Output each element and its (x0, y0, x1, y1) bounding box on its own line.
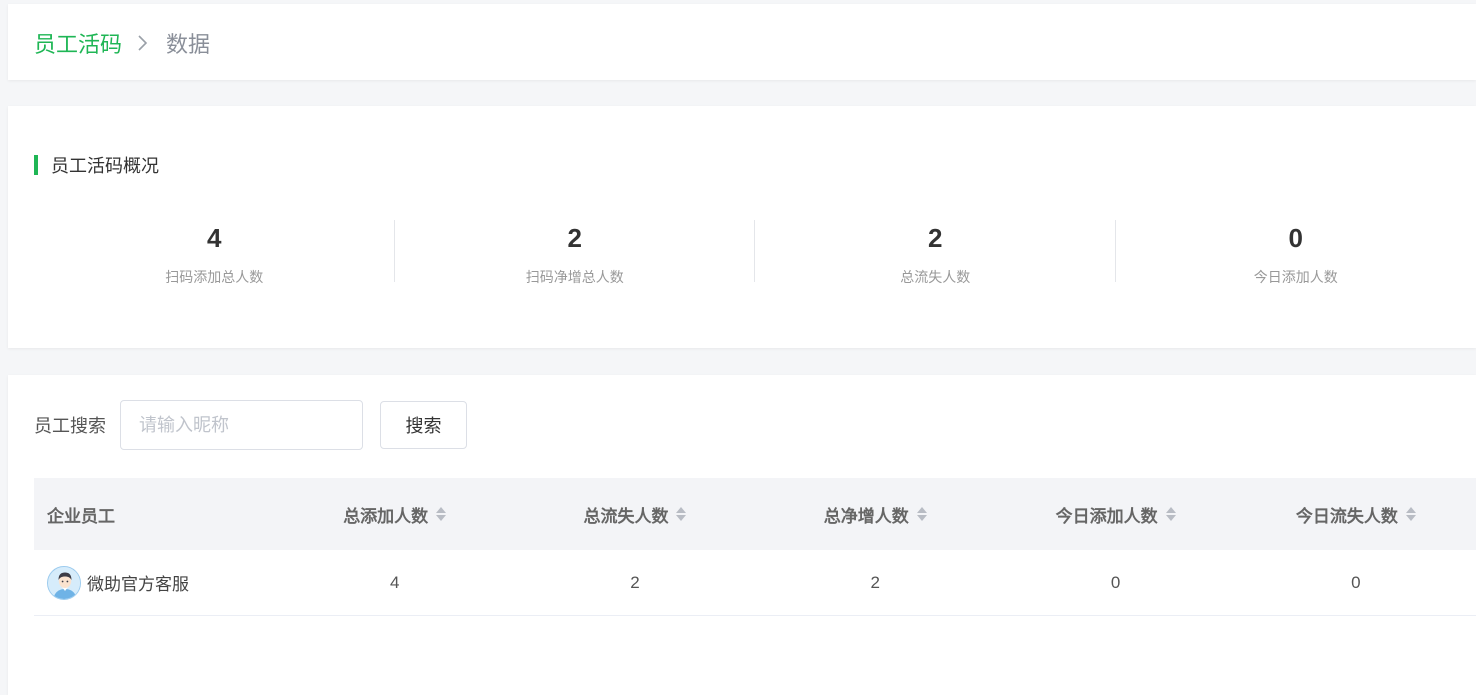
stat-label: 总流失人数 (755, 267, 1116, 287)
stat-label: 扫码净增总人数 (395, 267, 756, 287)
column-header-label: 总净增人数 (824, 502, 909, 527)
search-input[interactable] (120, 400, 363, 450)
table-header: 企业员工 总添加人数 总流失人数 总净增人数 今日添加人数 今日流失人数 (34, 478, 1476, 550)
column-header-label: 总流失人数 (583, 502, 668, 527)
sort-icon[interactable] (1166, 507, 1176, 521)
sort-icon[interactable] (917, 507, 927, 521)
stats-row: 4 扫码添加总人数 2 扫码净增总人数 2 总流失人数 0 今日添加人数 (34, 218, 1476, 284)
column-header-total-added[interactable]: 总添加人数 (275, 502, 515, 527)
stat-value: 2 (755, 223, 1116, 253)
search-row: 员工搜索 搜索 (34, 400, 467, 450)
sort-icon[interactable] (1406, 507, 1416, 521)
stat-net-added: 2 扫码净增总人数 (395, 218, 756, 284)
table-row: 微助官方客服 4 2 2 0 0 (34, 550, 1476, 616)
cell-total-added: 4 (275, 573, 515, 593)
table-card: 员工搜索 搜索 企业员工 总添加人数 总流失人数 总净增人数 今日添加人数 (8, 375, 1476, 695)
chevron-right-icon (130, 30, 156, 56)
sort-icon[interactable] (436, 507, 446, 521)
column-header-today-added[interactable]: 今日添加人数 (995, 502, 1235, 527)
sort-icon[interactable] (676, 507, 686, 521)
stat-total-lost: 2 总流失人数 (755, 218, 1116, 284)
column-header-net-added[interactable]: 总净增人数 (755, 502, 995, 527)
column-header-label: 今日流失人数 (1296, 502, 1398, 527)
stat-value: 4 (34, 223, 395, 253)
column-header-label: 企业员工 (47, 502, 115, 527)
employee-name: 微助官方客服 (87, 570, 189, 595)
stat-value: 0 (1116, 223, 1476, 253)
column-header-today-lost[interactable]: 今日流失人数 (1236, 502, 1476, 527)
stat-value: 2 (395, 223, 756, 253)
cell-net-added: 2 (755, 573, 995, 593)
avatar-icon (47, 566, 81, 600)
cell-total-lost: 2 (515, 573, 755, 593)
column-header-employee: 企业员工 (34, 502, 275, 527)
employee-table: 企业员工 总添加人数 总流失人数 总净增人数 今日添加人数 今日流失人数 (34, 478, 1476, 616)
section-title: 员工活码概况 (34, 152, 159, 178)
cell-employee: 微助官方客服 (34, 566, 275, 600)
search-button[interactable]: 搜索 (380, 401, 467, 449)
title-accent-bar (34, 155, 38, 175)
cell-today-added: 0 (995, 573, 1235, 593)
stat-total-added: 4 扫码添加总人数 (34, 218, 395, 284)
breadcrumb-parent-link[interactable]: 员工活码 (34, 27, 122, 59)
overview-card: 员工活码概况 4 扫码添加总人数 2 扫码净增总人数 2 总流失人数 0 今日添… (8, 106, 1476, 348)
column-header-total-lost[interactable]: 总流失人数 (515, 502, 755, 527)
overview-title: 员工活码概况 (51, 152, 159, 178)
breadcrumb: 员工活码 数据 (34, 27, 210, 59)
header-card: 员工活码 数据 (8, 4, 1476, 80)
column-header-label: 总添加人数 (343, 502, 428, 527)
column-header-label: 今日添加人数 (1056, 502, 1158, 527)
stat-label: 今日添加人数 (1116, 267, 1476, 287)
stat-today-added: 0 今日添加人数 (1116, 218, 1476, 284)
search-label: 员工搜索 (34, 412, 106, 438)
breadcrumb-current: 数据 (166, 27, 210, 59)
stat-label: 扫码添加总人数 (34, 267, 395, 287)
cell-today-lost: 0 (1236, 573, 1476, 593)
